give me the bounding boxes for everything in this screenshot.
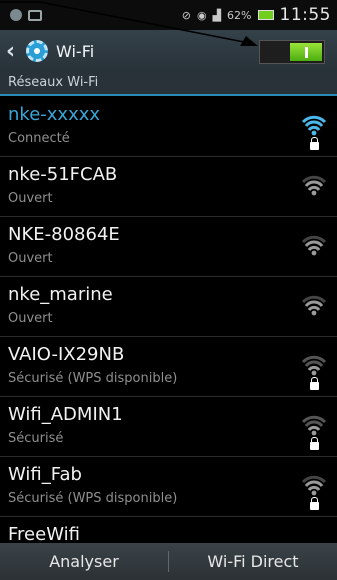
network-name: Wifi_Fab [8,464,82,485]
network-row[interactable]: nke_marine Ouvert [0,276,337,337]
mute-icon: ⊘ [181,8,191,22]
image-notification-icon [28,9,42,21]
network-row[interactable]: Wifi_ADMIN1 Sécurisé [0,396,337,457]
network-name: NKE-80864E [8,224,120,245]
notification-icon [10,9,22,21]
wifi-signal-icon [301,412,327,450]
page-title: Wi-Fi [56,41,95,61]
network-name: FreeWifi [8,524,80,543]
network-name: Wifi_ADMIN1 [8,404,123,425]
network-status: Sécurisé (WPS disponible) [8,491,178,506]
wifi-status-icon: ◉ [196,8,207,22]
wifi-signal-icon [301,292,327,316]
clock: 11:55 [279,5,331,25]
wifi-direct-button[interactable]: Wi-Fi Direct [169,543,337,580]
wifi-signal-icon [301,112,327,150]
battery-percent: 62% [227,8,252,22]
network-name: VAIO-IX29NB [8,344,125,365]
network-status: Ouvert [8,191,53,206]
network-status: Sécurisé (WPS disponible) [8,371,178,386]
lock-icon [310,377,319,390]
network-row[interactable]: Wifi_Fab Sécurisé (WPS disponible) [0,456,337,517]
network-status: Ouvert [8,251,53,266]
network-status: Ouvert [8,311,53,326]
wifi-signal-icon [301,472,327,510]
back-chevron-icon[interactable]: ‹ [6,39,22,64]
settings-gear-icon[interactable] [26,40,48,62]
network-row[interactable]: nke-51FCAB Ouvert [0,156,337,217]
lock-icon [310,437,319,450]
section-header: Réseaux Wi-Fi [0,72,337,96]
network-status: Connecté [8,131,70,146]
network-row[interactable]: NKE-80864E Ouvert [0,216,337,277]
bottom-bar: Analyser Wi-Fi Direct [0,543,337,580]
network-status: Sécurisé [8,431,64,446]
network-row[interactable]: FreeWifi [0,516,337,543]
scan-button[interactable]: Analyser [0,543,168,580]
network-name: nke_marine [8,284,113,305]
wifi-signal-icon [301,232,327,256]
network-name: nke-xxxxx [8,104,101,125]
toggle-knob [290,43,322,61]
network-row[interactable]: nke-xxxxx Connecté [0,96,337,157]
wifi-signal-icon [301,172,327,196]
action-bar: ‹ Wi-Fi [0,30,337,72]
wifi-signal-icon [301,352,327,390]
network-list: nke-xxxxx Connecté nke-51FCAB Ouvert NKE-808… [0,96,337,543]
network-row[interactable]: VAIO-IX29NB Sécurisé (WPS disponible) [0,336,337,397]
status-bar: ⊘ ◉ ▟ 62% 11:55 [0,0,337,30]
signal-icon: ▟ [212,8,222,22]
lock-icon [310,137,319,150]
battery-icon [257,10,274,20]
lock-icon [310,497,319,510]
network-name: nke-51FCAB [8,164,118,185]
wifi-toggle[interactable] [259,40,325,64]
